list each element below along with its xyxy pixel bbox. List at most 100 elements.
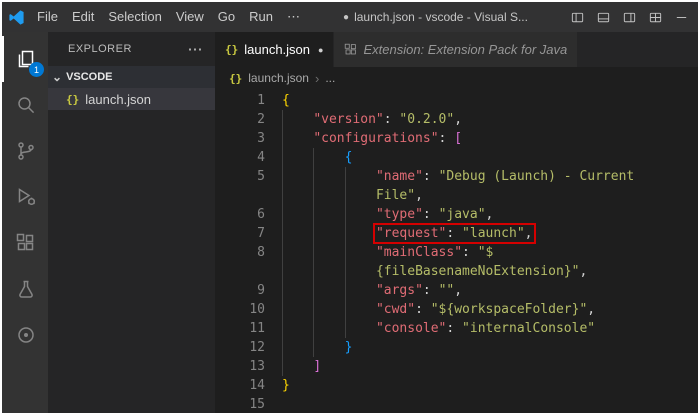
indent-guide bbox=[345, 262, 376, 281]
git-branch-icon bbox=[14, 139, 38, 163]
line-number[interactable]: 4 bbox=[215, 148, 282, 167]
sidebar-header: EXPLORER ⋯ bbox=[48, 32, 215, 66]
line-number[interactable]: 13 bbox=[215, 357, 282, 376]
beaker-icon bbox=[14, 277, 38, 301]
breadcrumb-more[interactable]: ... bbox=[325, 71, 335, 85]
code-line-9[interactable]: 9 "args": "", bbox=[215, 281, 698, 300]
line-number[interactable]: 5 bbox=[215, 167, 282, 186]
code-line-text: "args": "", bbox=[282, 281, 462, 300]
line-number[interactable]: 15 bbox=[215, 395, 282, 413]
code-line-12[interactable]: 12 } bbox=[215, 338, 698, 357]
code-line-14[interactable]: 14} bbox=[215, 376, 698, 395]
extensions-icon bbox=[14, 231, 38, 255]
code-line-8[interactable]: 8 "mainClass": "$ bbox=[215, 243, 698, 262]
indent-guide bbox=[345, 205, 376, 224]
menu-run[interactable]: Run bbox=[242, 2, 280, 32]
line-number[interactable]: 6 bbox=[215, 205, 282, 224]
code-line-6[interactable]: 6 "type": "java", bbox=[215, 205, 698, 224]
code-line-4[interactable]: 4 { bbox=[215, 148, 698, 167]
indent-guide bbox=[313, 338, 344, 357]
activity-item-extensions[interactable] bbox=[2, 220, 48, 266]
menu-file[interactable]: File bbox=[30, 2, 65, 32]
activity-item-source-control[interactable] bbox=[2, 128, 48, 174]
line-number[interactable] bbox=[215, 186, 282, 205]
line-number[interactable]: 10 bbox=[215, 300, 282, 319]
indent-guide bbox=[282, 357, 313, 376]
code-line-11[interactable]: 11 "console": "internalConsole" bbox=[215, 319, 698, 338]
circle-icon bbox=[14, 323, 38, 347]
menu-more[interactable]: ⋯ bbox=[280, 2, 307, 32]
editor-group: {}launch.json●Extension: Extension Pack … bbox=[215, 32, 698, 413]
code-line-13[interactable]: 13 ] bbox=[215, 357, 698, 376]
activity-item-run-debug[interactable] bbox=[2, 174, 48, 220]
code-line-text: "request": "launch", bbox=[282, 224, 533, 243]
activity-bar: 1 bbox=[2, 32, 48, 413]
line-number[interactable]: 9 bbox=[215, 281, 282, 300]
line-number[interactable]: 14 bbox=[215, 376, 282, 395]
code-line-text: "console": "internalConsole" bbox=[282, 319, 595, 338]
line-number[interactable]: 1 bbox=[215, 91, 282, 110]
indent-guide bbox=[282, 281, 313, 300]
indent-guide bbox=[282, 186, 313, 205]
line-number[interactable] bbox=[215, 262, 282, 281]
activity-item-testing[interactable] bbox=[2, 266, 48, 312]
line-number[interactable]: 11 bbox=[215, 319, 282, 338]
layout-secondary-sidebar-icon[interactable] bbox=[616, 4, 642, 30]
line-number[interactable]: 3 bbox=[215, 129, 282, 148]
code-line-wrap[interactable]: File", bbox=[215, 186, 698, 205]
line-number[interactable]: 8 bbox=[215, 243, 282, 262]
debug-play-icon bbox=[14, 185, 38, 209]
layout-sidebar-icon[interactable] bbox=[564, 4, 590, 30]
code-line-text: "configurations": [ bbox=[282, 129, 462, 148]
indent-guide bbox=[313, 205, 344, 224]
extensions-icon bbox=[344, 43, 357, 56]
window-controls bbox=[564, 4, 698, 30]
tab-extension-extension-pack-for-java[interactable]: Extension: Extension Pack for Java bbox=[334, 32, 578, 67]
folder-name: VSCODE bbox=[66, 71, 112, 83]
menu-selection[interactable]: Selection bbox=[101, 2, 168, 32]
tab-label: launch.json bbox=[244, 42, 310, 57]
indent-guide bbox=[313, 148, 344, 167]
code-line-7[interactable]: 7 "request": "launch", bbox=[215, 224, 698, 243]
json-icon: {} bbox=[225, 43, 238, 56]
more-actions-icon[interactable]: ⋯ bbox=[188, 40, 204, 58]
code-line-3[interactable]: 3 "configurations": [ bbox=[215, 129, 698, 148]
code-editor[interactable]: 1{2 "version": "0.2.0",3 "configurations… bbox=[215, 89, 698, 413]
indent-guide bbox=[345, 167, 376, 186]
folder-section-vscode[interactable]: ⌄ VSCODE bbox=[48, 66, 215, 88]
code-line-text: "version": "0.2.0", bbox=[282, 110, 462, 129]
line-number[interactable]: 2 bbox=[215, 110, 282, 129]
indent-guide bbox=[313, 167, 344, 186]
activity-item-misc[interactable] bbox=[2, 312, 48, 358]
line-number[interactable]: 12 bbox=[215, 338, 282, 357]
window-title: ● launch.json - vscode - Visual S... bbox=[307, 10, 564, 24]
activity-item-explorer[interactable]: 1 bbox=[2, 36, 48, 82]
layout-panel-icon[interactable] bbox=[590, 4, 616, 30]
menu-edit[interactable]: Edit bbox=[65, 2, 101, 32]
indent-guide bbox=[282, 300, 313, 319]
menu-view[interactable]: View bbox=[169, 2, 211, 32]
search-icon bbox=[14, 93, 38, 117]
file-item-launch-json[interactable]: {} launch.json bbox=[48, 88, 215, 110]
code-line-5[interactable]: 5 "name": "Debug (Launch) - Current bbox=[215, 167, 698, 186]
vscode-logo-icon bbox=[2, 9, 30, 26]
code-line-text: { bbox=[282, 148, 352, 167]
minimize-button[interactable] bbox=[668, 4, 694, 30]
code-line-1[interactable]: 1{ bbox=[215, 91, 698, 110]
code-line-wrap[interactable]: {fileBasenameNoExtension}", bbox=[215, 262, 698, 281]
code-line-text: ] bbox=[282, 357, 321, 376]
tab-launch-json[interactable]: {}launch.json● bbox=[215, 32, 334, 67]
breadcrumb-file[interactable]: launch.json bbox=[248, 71, 309, 85]
menu-go[interactable]: Go bbox=[211, 2, 242, 32]
json-icon: {} bbox=[229, 72, 242, 85]
indent-guide bbox=[282, 148, 313, 167]
code-line-15[interactable]: 15 bbox=[215, 395, 698, 413]
line-number[interactable]: 7 bbox=[215, 224, 282, 243]
activity-item-search[interactable] bbox=[2, 82, 48, 128]
code-line-2[interactable]: 2 "version": "0.2.0", bbox=[215, 110, 698, 129]
customize-layout-icon[interactable] bbox=[642, 4, 668, 30]
code-line-10[interactable]: 10 "cwd": "${workspaceFolder}", bbox=[215, 300, 698, 319]
file-name: launch.json bbox=[85, 92, 151, 107]
indent-guide bbox=[313, 224, 344, 243]
indent-guide bbox=[282, 262, 313, 281]
